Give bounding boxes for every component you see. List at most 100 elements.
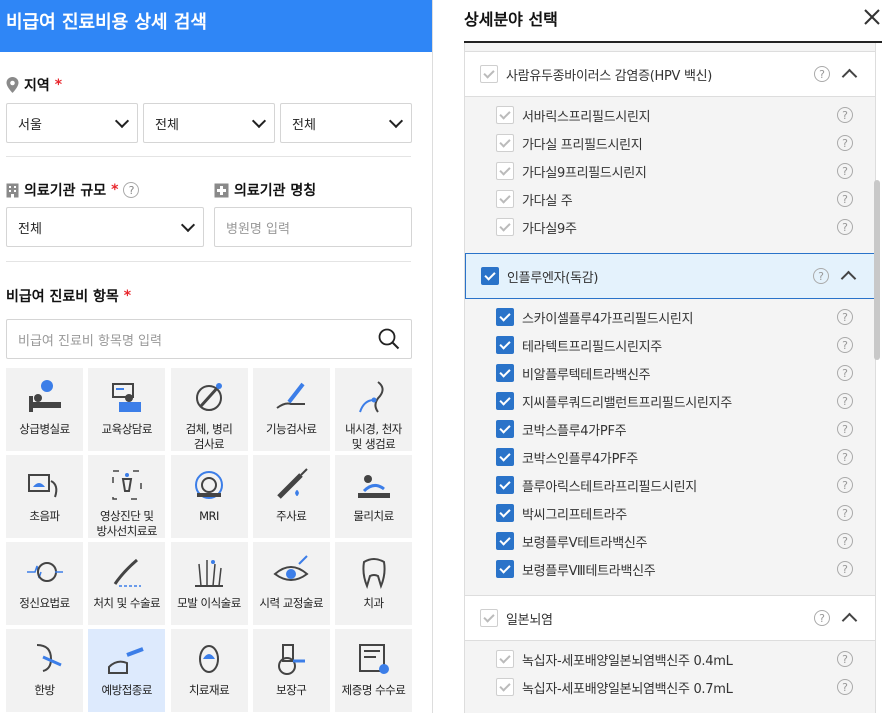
help-icon[interactable]: ?: [837, 309, 853, 325]
region-town-select[interactable]: 전체: [280, 103, 412, 143]
category-tile[interactable]: 보장구: [252, 629, 330, 712]
category-tile[interactable]: 시력 교정술료: [252, 542, 330, 625]
vaccine-item-row[interactable]: 녹십자-세포배양일본뇌염백신주 0.4mL?: [465, 645, 875, 673]
search-icon[interactable]: [378, 328, 400, 350]
hospital-name-input[interactable]: 병원명 입력: [214, 207, 412, 247]
help-icon[interactable]: ?: [837, 421, 853, 437]
checkbox[interactable]: [496, 532, 514, 550]
category-label: 기능검사료: [266, 422, 317, 436]
checkbox[interactable]: [496, 336, 514, 354]
help-icon[interactable]: ?: [813, 268, 829, 284]
checkbox[interactable]: [480, 65, 498, 83]
help-icon[interactable]: ?: [837, 107, 853, 123]
vaccine-item-row[interactable]: 가다실9주?: [465, 213, 875, 241]
checkbox[interactable]: [480, 609, 498, 627]
checkbox[interactable]: [496, 364, 514, 382]
item-label: 보령플루Ⅴ테트라백신주: [522, 535, 648, 551]
category-tile[interactable]: 영상진단 및 방사선치료료: [88, 455, 166, 538]
help-icon[interactable]: ?: [837, 337, 853, 353]
help-icon[interactable]: ?: [814, 610, 830, 626]
vaccine-item-row[interactable]: 가다실 주?: [465, 185, 875, 213]
help-icon[interactable]: ?: [837, 533, 853, 549]
injection-icon: [277, 468, 308, 499]
building-icon: [6, 183, 19, 198]
vaccine-item-row[interactable]: 가다실 프리필드시린지?: [465, 129, 875, 157]
help-icon[interactable]: ?: [837, 393, 853, 409]
checkbox[interactable]: [496, 560, 514, 578]
checkbox[interactable]: [496, 106, 514, 124]
checkbox[interactable]: [496, 308, 514, 326]
vaccine-item-row[interactable]: 스카이셀플루4가프리필드시린지?: [465, 303, 875, 331]
chevron-up-icon[interactable]: [841, 612, 858, 629]
category-tile[interactable]: 제증명 수수료: [335, 629, 412, 712]
checkbox[interactable]: [496, 476, 514, 494]
checkbox[interactable]: [496, 190, 514, 208]
help-icon[interactable]: ?: [837, 163, 853, 179]
vaccine-item-row[interactable]: 서바릭스프리필드시린지?: [465, 101, 875, 129]
vaccine-item-row[interactable]: 보령플루Ⅴ테트라백신주?: [465, 527, 875, 555]
item-search-input[interactable]: 비급여 진료비 항목명 입력: [6, 319, 412, 359]
vaccine-item-row[interactable]: 코박스플루4가PF주?: [465, 415, 875, 443]
category-tile[interactable]: 물리치료: [335, 455, 412, 538]
vaccine-item-row[interactable]: 코박스인플루4가PF주?: [465, 443, 875, 471]
help-icon[interactable]: ?: [837, 449, 853, 465]
category-label: 검체, 병리 검사료: [185, 422, 233, 451]
help-icon[interactable]: ?: [814, 66, 830, 82]
category-tile[interactable]: 치과: [335, 542, 412, 625]
category-tile[interactable]: 검체, 병리 검사료: [170, 368, 248, 451]
help-icon[interactable]: ?: [837, 219, 853, 235]
chevron-up-icon[interactable]: [841, 68, 858, 85]
category-tile[interactable]: 치료재료: [170, 629, 248, 712]
help-icon[interactable]: ?: [837, 679, 853, 695]
checkbox[interactable]: [496, 504, 514, 522]
vaccine-item-row[interactable]: 가다실9프리필드시린지?: [465, 157, 875, 185]
help-icon[interactable]: ?: [837, 135, 853, 151]
help-icon[interactable]: ?: [123, 182, 140, 198]
scrollbar-thumb[interactable]: [874, 180, 880, 360]
close-icon[interactable]: [863, 8, 881, 26]
checkbox[interactable]: [496, 218, 514, 236]
vaccine-item-row[interactable]: 비알플루텍테트라백신주?: [465, 359, 875, 387]
category-tile[interactable]: 주사료: [252, 455, 330, 538]
category-tile[interactable]: 한방: [6, 629, 83, 712]
vaccine-item-row[interactable]: 테라텍트프리필드시린지주?: [465, 331, 875, 359]
help-icon[interactable]: ?: [837, 191, 853, 207]
checkbox[interactable]: [496, 650, 514, 668]
category-tile[interactable]: 처치 및 수술료: [88, 542, 166, 625]
category-tile[interactable]: 초음파: [6, 455, 83, 538]
help-icon[interactable]: ?: [837, 365, 853, 381]
category-tile[interactable]: 교육상담료: [88, 368, 166, 451]
category-tile[interactable]: 정신요법료: [6, 542, 83, 625]
checkbox[interactable]: [496, 392, 514, 410]
help-icon[interactable]: ?: [837, 561, 853, 577]
help-icon[interactable]: ?: [837, 477, 853, 493]
category-tile[interactable]: 상급병실료: [6, 368, 83, 451]
hospital-bed-icon: [28, 380, 61, 412]
category-tile[interactable]: 모발 이식술료: [170, 542, 248, 625]
category-tile[interactable]: MRI: [170, 455, 248, 538]
region-district-select[interactable]: 전체: [143, 103, 275, 143]
chevron-up-icon[interactable]: [840, 270, 857, 287]
checkbox[interactable]: [496, 134, 514, 152]
checkbox[interactable]: [496, 162, 514, 180]
vaccine-item-row[interactable]: 플루아릭스테트라프리필드시린지?: [465, 471, 875, 499]
category-tile[interactable]: 기능검사료: [252, 368, 330, 451]
search-panel: 비급여 진료비용 상세 검색 지역 * 서울 전체 전체 의료기관 규모 * ? 의…: [0, 0, 432, 713]
checkbox[interactable]: [496, 448, 514, 466]
vaccine-item-row[interactable]: 지씨플루쿼드리밸런트프리필드시린지주?: [465, 387, 875, 415]
checkbox[interactable]: [496, 678, 514, 696]
category-group-row[interactable]: 사람유두종바이러스 감염증(HPV 백신)?: [465, 51, 875, 97]
vaccine-item-row[interactable]: 박씨그리프테트라주?: [465, 499, 875, 527]
help-icon[interactable]: ?: [837, 651, 853, 667]
category-group-row[interactable]: 인플루엔자(독감)?: [465, 253, 875, 299]
scale-select[interactable]: 전체: [6, 207, 204, 247]
help-icon[interactable]: ?: [837, 505, 853, 521]
category-tile[interactable]: 내시경, 천자 및 생검료: [335, 368, 412, 451]
checkbox[interactable]: [496, 420, 514, 438]
checkbox[interactable]: [481, 267, 499, 285]
vaccine-item-row[interactable]: 녹십자-세포배양일본뇌염백신주 0.7mL?: [465, 673, 875, 701]
category-group-row[interactable]: 일본뇌염?: [465, 595, 875, 641]
vaccine-item-row[interactable]: 보령플루Ⅷ테트라백신주?: [465, 555, 875, 583]
region-city-select[interactable]: 서울: [6, 103, 138, 143]
category-tile[interactable]: 예방접종료: [88, 629, 166, 712]
